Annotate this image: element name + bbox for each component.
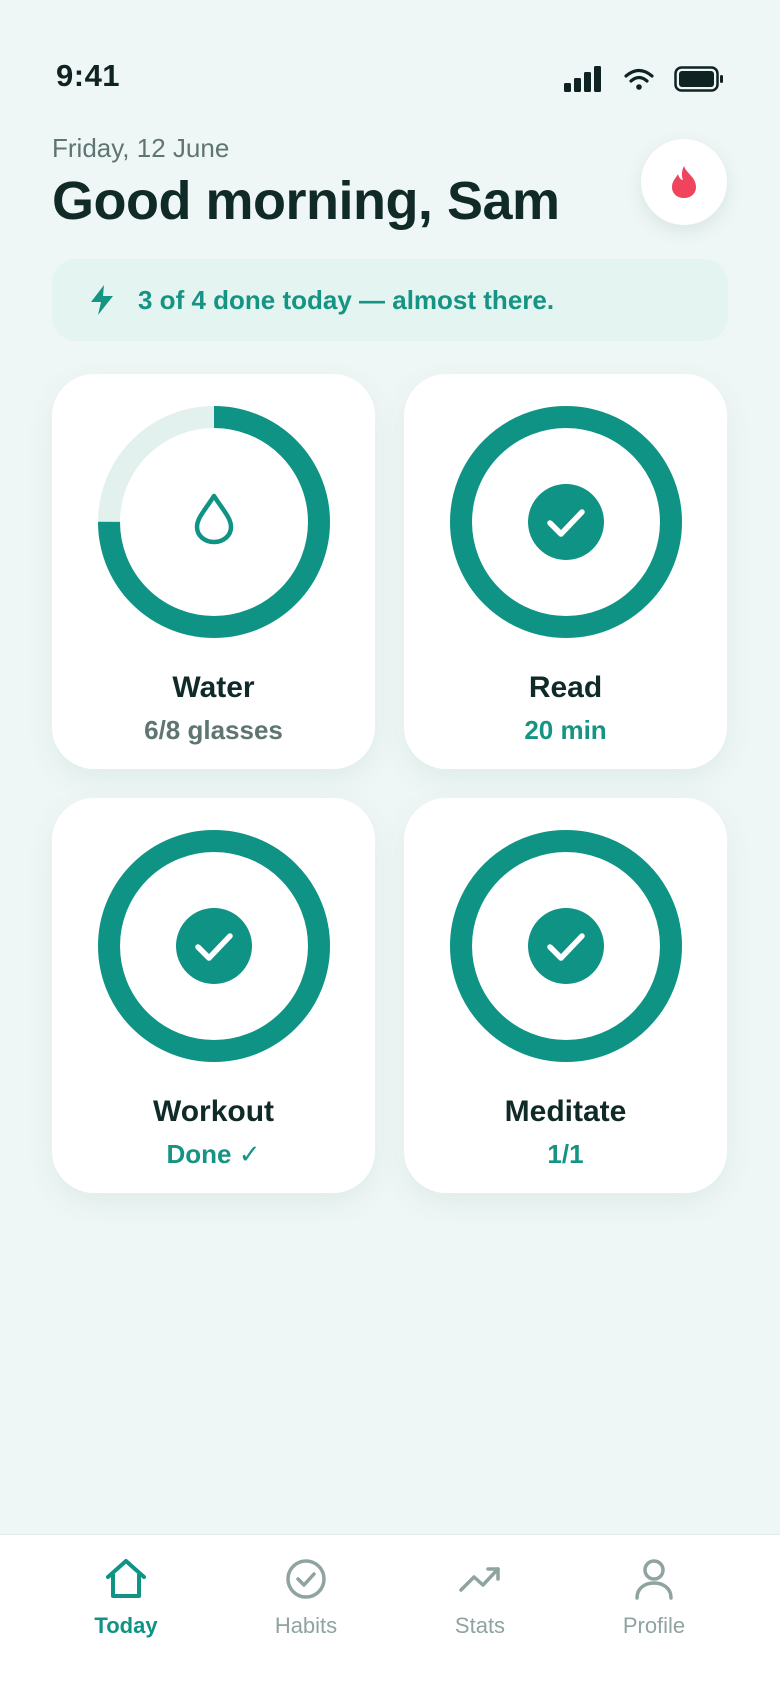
habit-value: 6/8 glasses	[144, 715, 283, 745]
habit-value: Done ✓	[166, 1139, 261, 1169]
check-icon	[528, 908, 604, 984]
lightning-icon	[88, 284, 116, 316]
tab-bar: Today Habits Stats Profile	[0, 1534, 780, 1689]
cellular-signal-icon	[564, 66, 601, 92]
habit-value: 20 min	[524, 715, 607, 745]
check-circle-icon	[286, 1559, 326, 1599]
page-title: Good morning, Sam	[52, 171, 560, 231]
progress-ring	[450, 830, 682, 1062]
status-icons	[564, 66, 724, 92]
trend-up-icon	[459, 1567, 500, 1592]
battery-icon	[674, 66, 723, 92]
habit-name: Water	[172, 671, 255, 704]
tab-profile[interactable]: Profile	[594, 1555, 714, 1639]
check-icon	[528, 484, 604, 560]
progress-ring	[450, 406, 682, 638]
water-drop-icon	[194, 493, 234, 545]
habit-card-meditate[interactable]: Meditate 1/1	[404, 798, 727, 1193]
progress-banner: 3 of 4 done today — almost there.	[52, 259, 728, 341]
habit-name: Workout	[152, 1095, 275, 1128]
wifi-icon	[624, 68, 654, 90]
progress-ring	[98, 406, 330, 638]
habit-name: Meditate	[504, 1095, 627, 1128]
habit-card-workout[interactable]: Workout Done ✓	[52, 798, 375, 1193]
tab-label: Today	[94, 1613, 158, 1638]
habit-card-read[interactable]: Read 20 min	[404, 374, 727, 769]
habit-name: Read	[528, 671, 603, 704]
banner-text: 3 of 4 done today — almost there.	[138, 284, 555, 315]
status-time: 9:41	[56, 58, 121, 93]
tab-label: Profile	[622, 1613, 686, 1638]
flame-icon	[672, 166, 696, 198]
habit-card-water[interactable]: Water 6/8 glasses	[52, 374, 375, 769]
progress-ring	[98, 830, 330, 1062]
header-date: Friday, 12 June	[52, 133, 230, 163]
home-icon	[106, 1559, 146, 1598]
tab-today[interactable]: Today	[66, 1555, 186, 1639]
tab-stats[interactable]: Stats	[420, 1555, 540, 1639]
check-icon	[176, 908, 252, 984]
person-icon	[635, 1559, 673, 1600]
streak-button[interactable]	[641, 139, 727, 225]
status-bar: 9:41	[0, 0, 780, 120]
tab-label: Stats	[454, 1613, 506, 1638]
habit-value: 1/1	[547, 1139, 584, 1169]
tab-habits[interactable]: Habits	[246, 1555, 366, 1639]
tab-label: Habits	[274, 1613, 338, 1638]
